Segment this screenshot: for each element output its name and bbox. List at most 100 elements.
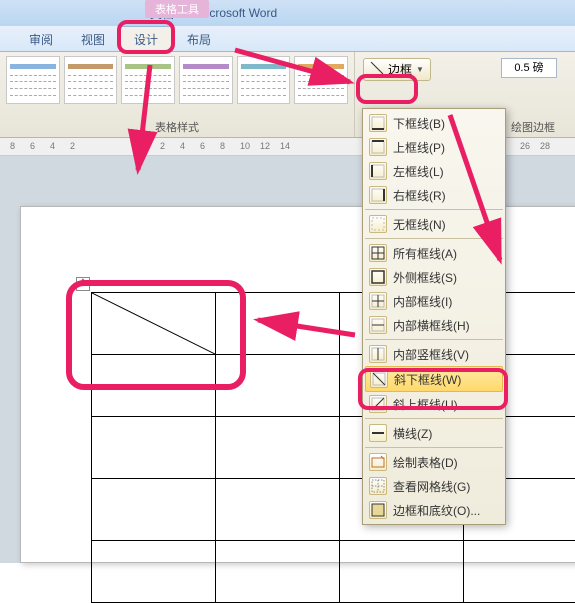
menu-separator [365, 418, 503, 419]
border-menu-item-label: 内部竖框线(V) [393, 346, 469, 363]
table-cell-diagonal[interactable]: ✥ [92, 293, 216, 355]
table-style-5[interactable] [237, 56, 291, 104]
border-menu-item-right[interactable]: 右框线(R) [365, 183, 503, 207]
all-border-icon [369, 244, 387, 262]
ruler-tick: 14 [280, 141, 290, 151]
borders-dropdown-menu: 下框线(B) 上框线(P) 左框线(L) 右框线(R) 无框线(N) 所有框线(A) 外侧框… [362, 108, 506, 525]
tab-view[interactable]: 视图 [67, 27, 119, 51]
inside-h-border-icon [369, 316, 387, 334]
borders-button-label: 边框 [388, 61, 412, 78]
ruler-tick: 6 [200, 141, 205, 151]
border-menu-item-inside[interactable]: 内部框线(I) [365, 289, 503, 313]
table-cell[interactable] [216, 541, 340, 603]
diagonal-line-icon [370, 61, 384, 78]
border-menu-item-label: 下框线(B) [393, 115, 445, 132]
border-menu-item-label: 斜上框线(U) [393, 396, 458, 413]
menu-separator [365, 238, 503, 239]
diag-up-border-icon [369, 395, 387, 413]
draw-borders-group-label: 绘图边框 [511, 119, 555, 135]
menu-separator [365, 339, 503, 340]
table-cell[interactable] [340, 541, 464, 603]
border-menu-item-label: 右框线(R) [393, 187, 446, 204]
ruler-tick: 12 [260, 141, 270, 151]
border-menu-item-draw-table[interactable]: 绘制表格(D) [365, 450, 503, 474]
border-menu-item-label: 边框和底纹(O)... [393, 502, 480, 519]
border-menu-item-diag-up[interactable]: 斜上框线(U) [365, 392, 503, 416]
chevron-down-icon: ▼ [416, 65, 424, 74]
table-style-1[interactable] [6, 56, 60, 104]
tab-review[interactable]: 审阅 [15, 27, 67, 51]
ruler-tick: 10 [240, 141, 250, 151]
menu-separator [365, 209, 503, 210]
border-menu-item-outside[interactable]: 外侧框线(S) [365, 265, 503, 289]
border-menu-item-label: 斜下框线(W) [394, 371, 461, 388]
left-border-icon [369, 162, 387, 180]
ruler-tick: 2 [70, 141, 75, 151]
ruler-tick: 4 [180, 141, 185, 151]
border-menu-item-view-grid[interactable]: 查看网格线(G) [365, 474, 503, 498]
border-menu-item-label: 内部横框线(H) [393, 317, 470, 334]
border-menu-item-label: 绘制表格(D) [393, 454, 458, 471]
inside-v-border-icon [369, 345, 387, 363]
bottom-border-icon [369, 114, 387, 132]
border-menu-item-label: 所有框线(A) [393, 245, 457, 262]
ruler-tick: 4 [50, 141, 55, 151]
border-menu-item-label: 上框线(P) [393, 139, 445, 156]
draw-table-border-icon [369, 453, 387, 471]
outside-border-icon [369, 268, 387, 286]
table-cell[interactable] [92, 541, 216, 603]
table-cell[interactable] [464, 541, 575, 603]
border-menu-item-borders-shading[interactable]: 边框和底纹(O)... [365, 498, 503, 522]
table-cell[interactable] [92, 355, 216, 417]
border-menu-item-label: 左框线(L) [393, 163, 444, 180]
ruler-tick: 8 [220, 141, 225, 151]
ruler-tick: 28 [540, 141, 550, 151]
table-move-handle-icon[interactable]: ✥ [76, 277, 90, 291]
border-menu-item-label: 无框线(N) [393, 216, 446, 233]
border-menu-item-inside-h[interactable]: 内部横框线(H) [365, 313, 503, 337]
table-cell[interactable] [216, 417, 340, 479]
menu-separator [365, 447, 503, 448]
none-border-icon [369, 215, 387, 233]
table-style-3[interactable] [121, 56, 175, 104]
borders-shading-border-icon [369, 501, 387, 519]
pen-width-value[interactable]: 0.5 磅 [501, 58, 557, 78]
table-styles-group-label: 表格样式 [0, 119, 354, 135]
tab-design[interactable]: 设计 [119, 26, 173, 51]
hline-border-icon [369, 424, 387, 442]
ruler-tick: 26 [520, 141, 530, 151]
border-menu-item-hline[interactable]: 横线(Z) [365, 421, 503, 445]
border-menu-item-label: 外侧框线(S) [393, 269, 457, 286]
border-menu-item-bottom[interactable]: 下框线(B) [365, 111, 503, 135]
pen-width-control: 0.5 磅 [501, 58, 557, 78]
right-border-icon [369, 186, 387, 204]
ruler-tick: 8 [10, 141, 15, 151]
border-menu-item-label: 查看网格线(G) [393, 478, 470, 495]
table-cell[interactable] [216, 293, 340, 355]
table-cell[interactable] [216, 479, 340, 541]
border-menu-item-top[interactable]: 上框线(P) [365, 135, 503, 159]
table-style-4[interactable] [179, 56, 233, 104]
border-menu-item-left[interactable]: 左框线(L) [365, 159, 503, 183]
ribbon-tabs: 审阅 视图 设计 布局 [0, 26, 575, 52]
ruler-tick: 6 [30, 141, 35, 151]
title-bar: 表格工具 文档1 - Microsoft Word [0, 0, 575, 26]
inside-border-icon [369, 292, 387, 310]
table-cell[interactable] [92, 417, 216, 479]
table-tools-contextual-tab-label: 表格工具 [145, 0, 209, 18]
border-menu-item-all[interactable]: 所有框线(A) [365, 241, 503, 265]
diag-down-border-icon [370, 370, 388, 388]
top-border-icon [369, 138, 387, 156]
tab-layout[interactable]: 布局 [173, 27, 225, 51]
table-style-2[interactable] [64, 56, 118, 104]
table-cell[interactable] [92, 479, 216, 541]
border-menu-item-label: 内部框线(I) [393, 293, 452, 310]
view-grid-border-icon [369, 477, 387, 495]
borders-dropdown-button[interactable]: 边框 ▼ [363, 58, 431, 81]
table-cell[interactable] [216, 355, 340, 417]
table-style-6[interactable] [294, 56, 348, 104]
border-menu-item-inside-v[interactable]: 内部竖框线(V) [365, 342, 503, 366]
border-menu-item-diag-down[interactable]: 斜下框线(W) [365, 366, 503, 392]
border-menu-item-none[interactable]: 无框线(N) [365, 212, 503, 236]
table-styles-group: 表格样式 [0, 52, 355, 137]
